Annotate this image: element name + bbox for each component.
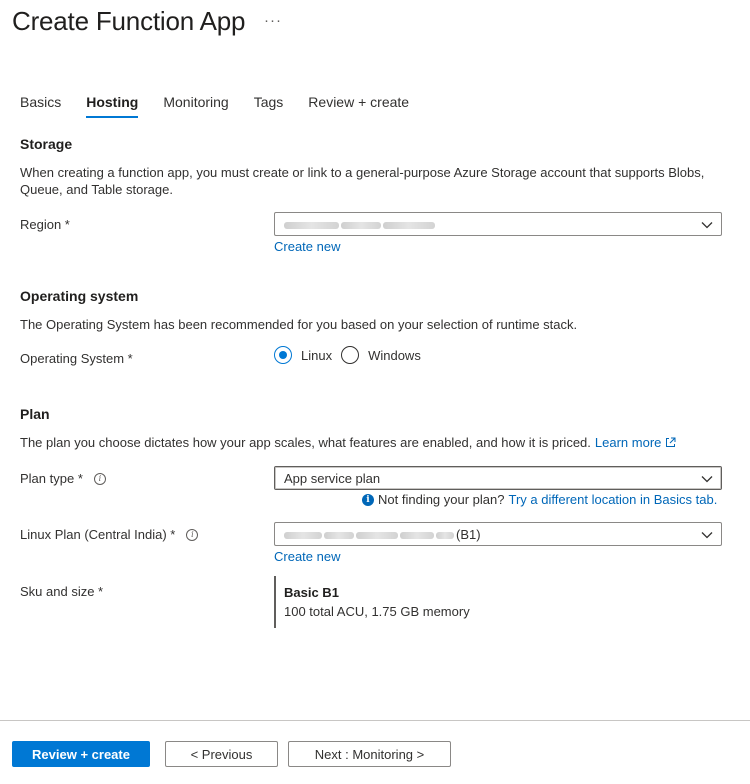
tab-monitoring[interactable]: Monitoring	[163, 94, 228, 116]
plan-type-label-row: Plan type * i	[20, 471, 106, 486]
radio-linux-label: Linux	[301, 347, 333, 363]
sku-name: Basic B1	[284, 585, 339, 600]
sku-detail: 100 total ACU, 1.75 GB memory	[284, 604, 470, 619]
not-finding-text: Not finding your plan?	[378, 492, 505, 507]
try-location-link[interactable]: Try a different location in Basics tab.	[508, 492, 717, 507]
linux-plan-value: (B1)	[284, 527, 481, 542]
next-monitoring-button[interactable]: Next : Monitoring >	[288, 741, 451, 767]
region-label: Region *	[20, 217, 70, 232]
info-icon[interactable]: i	[186, 528, 199, 541]
region-value	[284, 217, 437, 232]
learn-more-link[interactable]: Learn more	[595, 434, 661, 451]
chevron-down-icon	[701, 476, 713, 483]
linux-plan-label: Linux Plan (Central India) *	[20, 527, 176, 542]
storage-section-title: Storage	[20, 136, 73, 152]
tab-basics[interactable]: Basics	[20, 94, 61, 116]
chevron-down-icon	[701, 532, 713, 539]
more-options-icon[interactable]: ···	[264, 12, 282, 29]
tab-tags[interactable]: Tags	[254, 94, 284, 116]
radio-unchecked-icon	[341, 346, 360, 364]
plan-section-title: Plan	[20, 406, 50, 422]
radio-checked-icon	[274, 346, 292, 364]
review-create-button[interactable]: Review + create	[12, 741, 150, 767]
tab-bar: Basics Hosting Monitoring Tags Review + …	[20, 94, 434, 118]
plan-type-select[interactable]: App service plan	[274, 466, 722, 490]
footer-divider	[0, 720, 750, 721]
not-finding-plan-hint: i Not finding your plan? Try a different…	[362, 492, 717, 507]
sku-summary: Basic B1 100 total ACU, 1.75 GB memory	[274, 576, 470, 628]
os-section-title: Operating system	[20, 288, 139, 304]
tab-review-create[interactable]: Review + create	[308, 94, 409, 116]
radio-windows-label: Windows	[368, 347, 421, 363]
chevron-down-icon	[701, 222, 713, 229]
os-radio-group: Linux Windows	[274, 346, 430, 364]
plan-create-new-link[interactable]: Create new	[274, 549, 340, 564]
linux-plan-sku-suffix: (B1)	[456, 527, 481, 542]
os-label: Operating System *	[20, 351, 133, 366]
external-link-icon	[666, 437, 676, 447]
plan-description: The plan you choose dictates how your ap…	[20, 435, 591, 450]
previous-button[interactable]: < Previous	[165, 741, 278, 767]
region-select[interactable]	[274, 212, 722, 236]
info-filled-icon: i	[362, 493, 374, 506]
plan-type-value: App service plan	[284, 471, 381, 486]
storage-description: When creating a function app, you must c…	[20, 165, 705, 197]
linux-plan-select[interactable]: (B1)	[274, 522, 722, 546]
tab-hosting[interactable]: Hosting	[86, 94, 139, 118]
linux-plan-label-row: Linux Plan (Central India) * i	[20, 527, 199, 542]
page-title: Create Function App	[12, 6, 246, 36]
os-description: The Operating System has been recommende…	[20, 317, 578, 332]
plan-description-row: The plan you choose dictates how your ap…	[20, 434, 676, 451]
radio-windows[interactable]: Windows	[341, 346, 421, 364]
info-icon[interactable]: i	[93, 472, 106, 485]
radio-linux[interactable]: Linux	[274, 346, 332, 364]
sku-label: Sku and size *	[20, 584, 104, 599]
plan-type-label: Plan type *	[20, 471, 83, 486]
storage-create-new-link[interactable]: Create new	[274, 239, 340, 254]
